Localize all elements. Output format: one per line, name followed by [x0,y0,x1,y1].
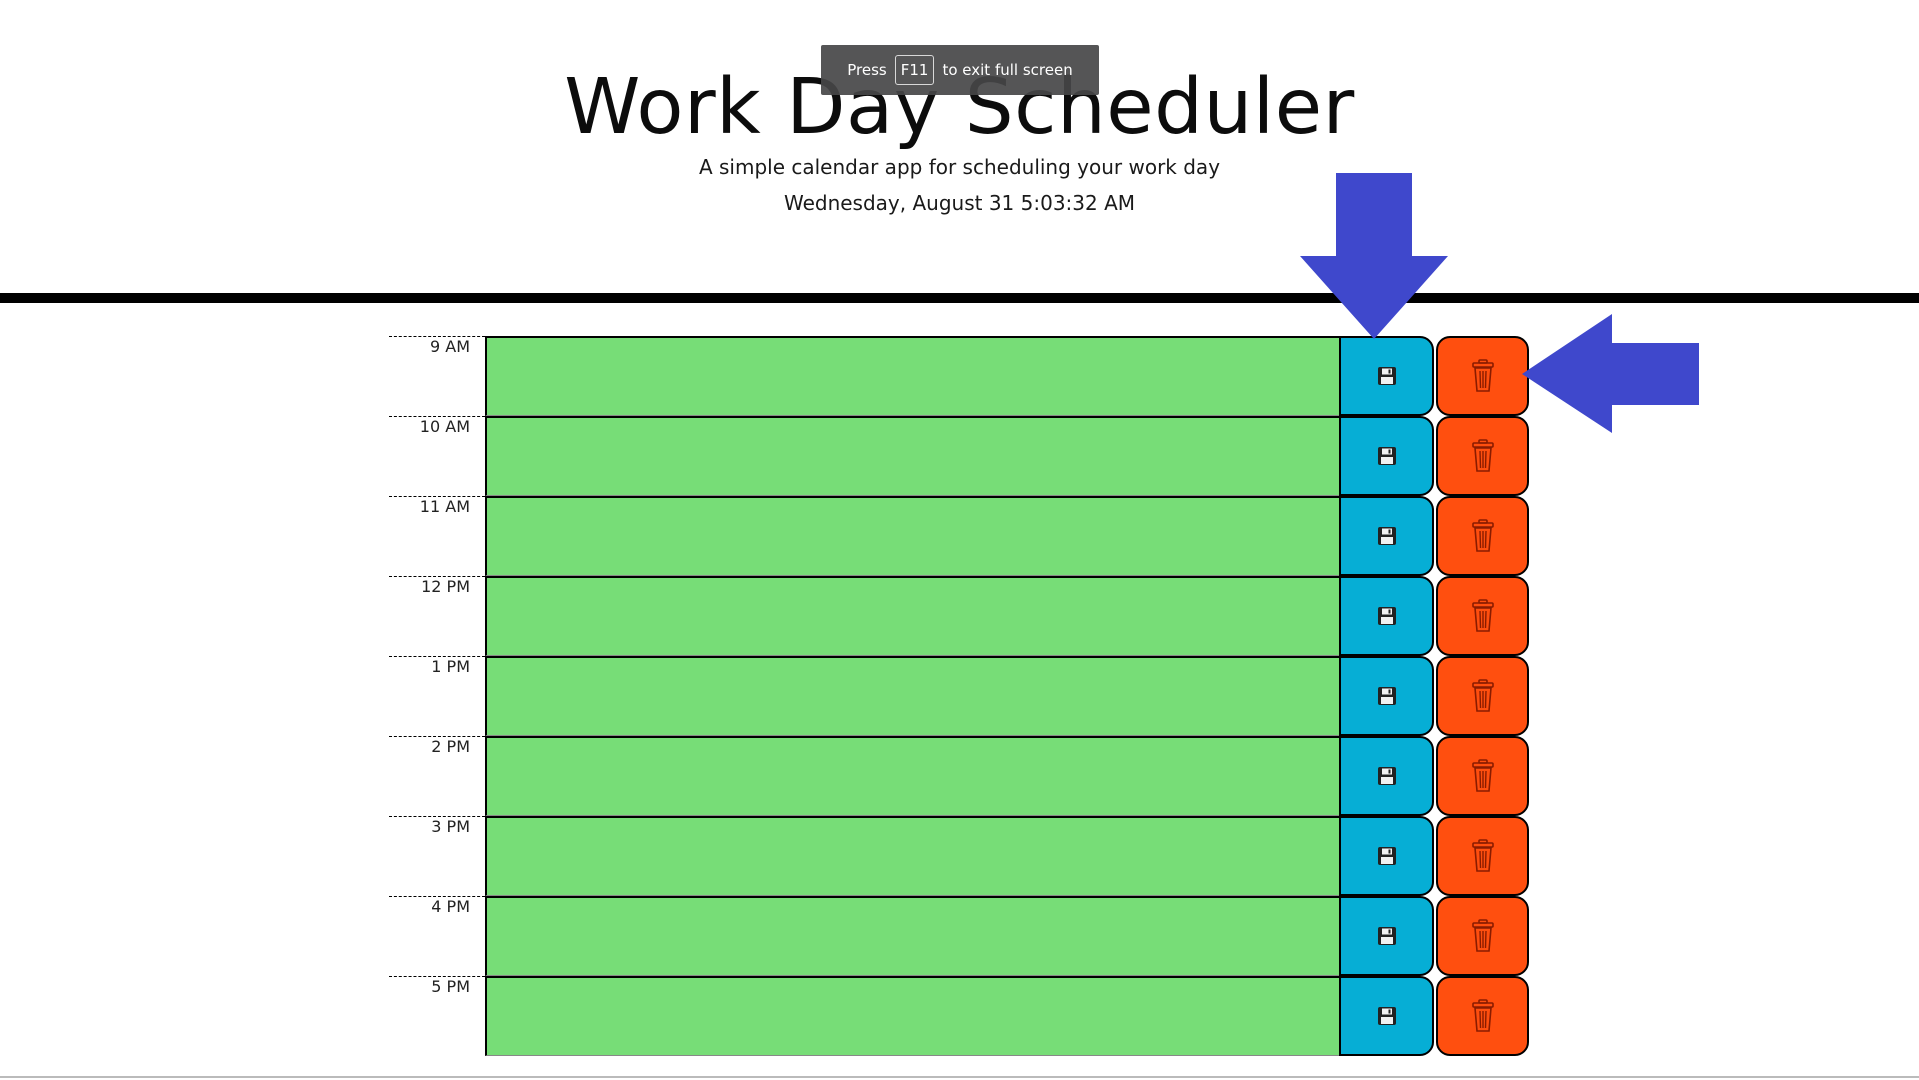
hour-cell: 9 AM [389,336,485,416]
floppy-disk-icon [1376,1005,1398,1027]
task-textarea[interactable] [485,576,1341,656]
page-subtitle: A simple calendar app for scheduling you… [698,155,1221,179]
save-button[interactable] [1339,976,1434,1056]
save-button[interactable] [1339,496,1434,576]
save-button[interactable] [1339,576,1434,656]
hour-cell: 12 PM [389,576,485,656]
hour-label: 11 AM [419,497,470,516]
trash-can-icon [1471,759,1495,793]
delete-button[interactable] [1436,816,1529,896]
save-button[interactable] [1339,736,1434,816]
trash-can-icon [1471,839,1495,873]
task-textarea[interactable] [485,816,1341,896]
save-button[interactable] [1339,816,1434,896]
bottom-edge [0,1076,1919,1078]
time-block-row: 11 AM [389,496,1529,576]
hour-label: 2 PM [431,737,470,756]
trash-can-icon [1471,679,1495,713]
delete-button[interactable] [1436,336,1529,416]
task-textarea[interactable] [485,496,1341,576]
trash-can-icon [1471,919,1495,953]
delete-button[interactable] [1436,896,1529,976]
header-divider [0,293,1919,303]
save-button[interactable] [1339,416,1434,496]
time-block-row: 2 PM [389,736,1529,816]
fullscreen-notice: Press F11 to exit full screen [821,45,1099,95]
hour-cell: 4 PM [389,896,485,976]
task-textarea[interactable] [485,896,1341,976]
task-textarea[interactable] [485,736,1341,816]
hour-label: 5 PM [431,977,470,996]
fullscreen-notice-prefix: Press [847,61,887,79]
floppy-disk-icon [1376,445,1398,467]
trash-can-icon [1471,359,1495,393]
hour-cell: 1 PM [389,656,485,736]
hour-label: 10 AM [419,417,470,436]
time-block-row: 4 PM [389,896,1529,976]
fullscreen-notice-suffix: to exit full screen [942,61,1073,79]
save-button[interactable] [1339,336,1434,416]
floppy-disk-icon [1376,765,1398,787]
delete-button[interactable] [1436,976,1529,1056]
hour-label: 1 PM [431,657,470,676]
save-button[interactable] [1339,896,1434,976]
trash-can-icon [1471,439,1495,473]
delete-button[interactable] [1436,656,1529,736]
delete-button[interactable] [1436,576,1529,656]
trash-can-icon [1471,599,1495,633]
time-block-row: 9 AM [389,336,1529,416]
hour-label: 9 AM [429,337,470,356]
trash-can-icon [1471,519,1495,553]
schedule: 9 AM 10 AM 11 AM 12 PM 1 PM 2 PM 3 PM 4 PM 5 PM [389,336,1529,1056]
page: Work Day Scheduler A simple calendar app… [0,0,1919,1080]
delete-button[interactable] [1436,416,1529,496]
floppy-disk-icon [1376,845,1398,867]
hour-cell: 3 PM [389,816,485,896]
delete-button[interactable] [1436,496,1529,576]
time-block-row: 1 PM [389,656,1529,736]
time-block-row: 5 PM [389,976,1529,1056]
task-textarea[interactable] [485,416,1341,496]
floppy-disk-icon [1376,685,1398,707]
task-textarea[interactable] [485,656,1341,736]
arrow-down-icon [1300,173,1448,339]
fullscreen-notice-key: F11 [894,55,935,85]
time-block-row: 10 AM [389,416,1529,496]
time-block-row: 3 PM [389,816,1529,896]
hour-cell: 2 PM [389,736,485,816]
current-datetime: Wednesday, August 31 5:03:32 AM [783,191,1136,215]
time-block-row: 12 PM [389,576,1529,656]
save-button[interactable] [1339,656,1434,736]
hour-label: 12 PM [421,577,470,596]
delete-button[interactable] [1436,736,1529,816]
hour-label: 3 PM [431,817,470,836]
floppy-disk-icon [1376,605,1398,627]
hour-cell: 5 PM [389,976,485,1056]
arrow-left-icon [1522,314,1699,433]
hour-cell: 11 AM [389,496,485,576]
floppy-disk-icon [1376,525,1398,547]
floppy-disk-icon [1376,925,1398,947]
floppy-disk-icon [1376,365,1398,387]
task-textarea[interactable] [485,336,1341,416]
hour-cell: 10 AM [389,416,485,496]
trash-can-icon [1471,999,1495,1033]
task-textarea[interactable] [485,976,1341,1056]
hour-label: 4 PM [431,897,470,916]
